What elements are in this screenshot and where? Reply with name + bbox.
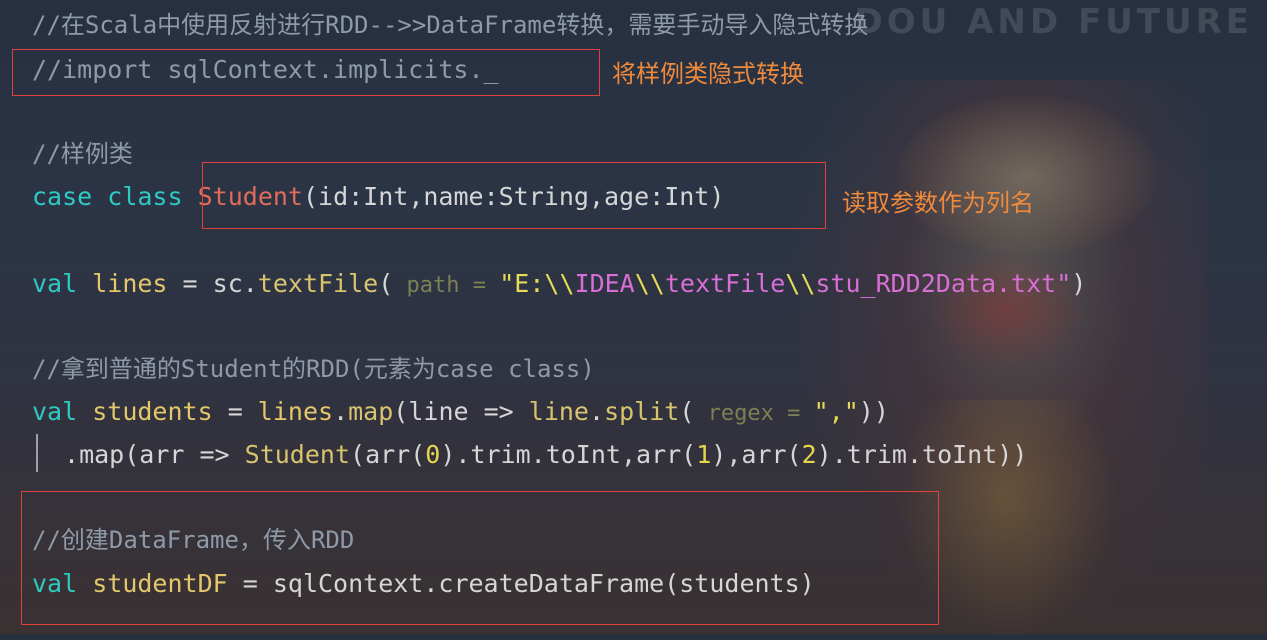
code-text: )) [858,397,889,426]
lambda-param: arr [139,440,185,469]
variable-students: students [92,397,213,426]
string-part: stu_RDD2Data.txt" [815,269,1072,298]
code-text: . [589,397,605,426]
highlight-box-case-class [202,162,826,229]
code-text: ).trim. [440,440,546,469]
annotation-implicits: 将样例类隐式转换 [612,60,804,88]
lambda-param: line [408,397,469,426]
code-text: = sc. [167,269,258,298]
param-hint-regex: regex = [694,401,814,426]
lambda-param-ref: line [528,397,589,426]
code-line-1-comment: //在Scala中使用反射进行RDD-->>DataFrame转换，需要手动导入… [32,11,869,39]
code-text: ( [124,440,140,469]
background-straw-hat [897,95,1157,255]
annotation-column-names: 读取参数作为列名 [842,189,1034,217]
highlight-box-import [12,49,600,96]
string-escape: \\ [634,269,665,298]
code-line-4-comment: //样例类 [32,140,133,168]
code-text: ( [393,397,409,426]
string-escape: \\ [785,269,816,298]
method-textfile: textFile [257,269,379,298]
method-map: map [348,397,394,426]
method-toint: toInt [545,440,621,469]
code-line-11-map: .map(arr => Student(arr(0).trim.toInt,ar… [64,435,1027,475]
keyword-val: val [32,269,78,298]
code-text: (arr( [350,440,426,469]
code-line-9-comment: //拿到普通的Student的RDD(元素为case class) [32,355,595,383]
code-text: ( [679,397,695,426]
code-text: . [333,397,349,426]
code-line-10-students: val students = lines.map(line => line.sp… [32,392,889,432]
keyword-case: case [32,182,93,211]
param-hint-path: path = [393,273,500,298]
string-part: textFile [664,269,786,298]
code-text: ),arr( [711,440,802,469]
variable-lines-ref: lines [257,397,334,426]
code-line-7-textfile: val lines = sc.textFile( path = "E:\\IDE… [32,264,1086,304]
number-2: 2 [801,440,817,469]
number-0: 0 [425,440,441,469]
code-text: ,arr( [620,440,697,469]
variable-lines: lines [92,269,168,298]
code-text: => [468,397,529,426]
class-ref-student: Student [244,440,351,469]
string-comma: "," [813,397,859,426]
number-1: 1 [696,440,712,469]
watermark: DOU AND FUTURE [854,2,1253,42]
code-text: ) [1071,269,1087,298]
string-escape: \\ [544,269,575,298]
keyword-val: val [32,397,78,426]
method-map: map [79,440,125,469]
code-text: ).trim. [816,440,923,469]
string-part: IDEA [574,269,635,298]
code-text: . [64,440,80,469]
code-text: = [212,397,258,426]
code-text: ( [378,269,394,298]
string-part: "E: [499,269,545,298]
indent-guide [36,434,38,472]
code-text: => [184,440,245,469]
method-toint: toInt [922,440,998,469]
method-split: split [604,397,680,426]
code-text: )) [997,440,1028,469]
highlight-box-dataframe [21,491,939,625]
keyword-class: class [107,182,183,211]
